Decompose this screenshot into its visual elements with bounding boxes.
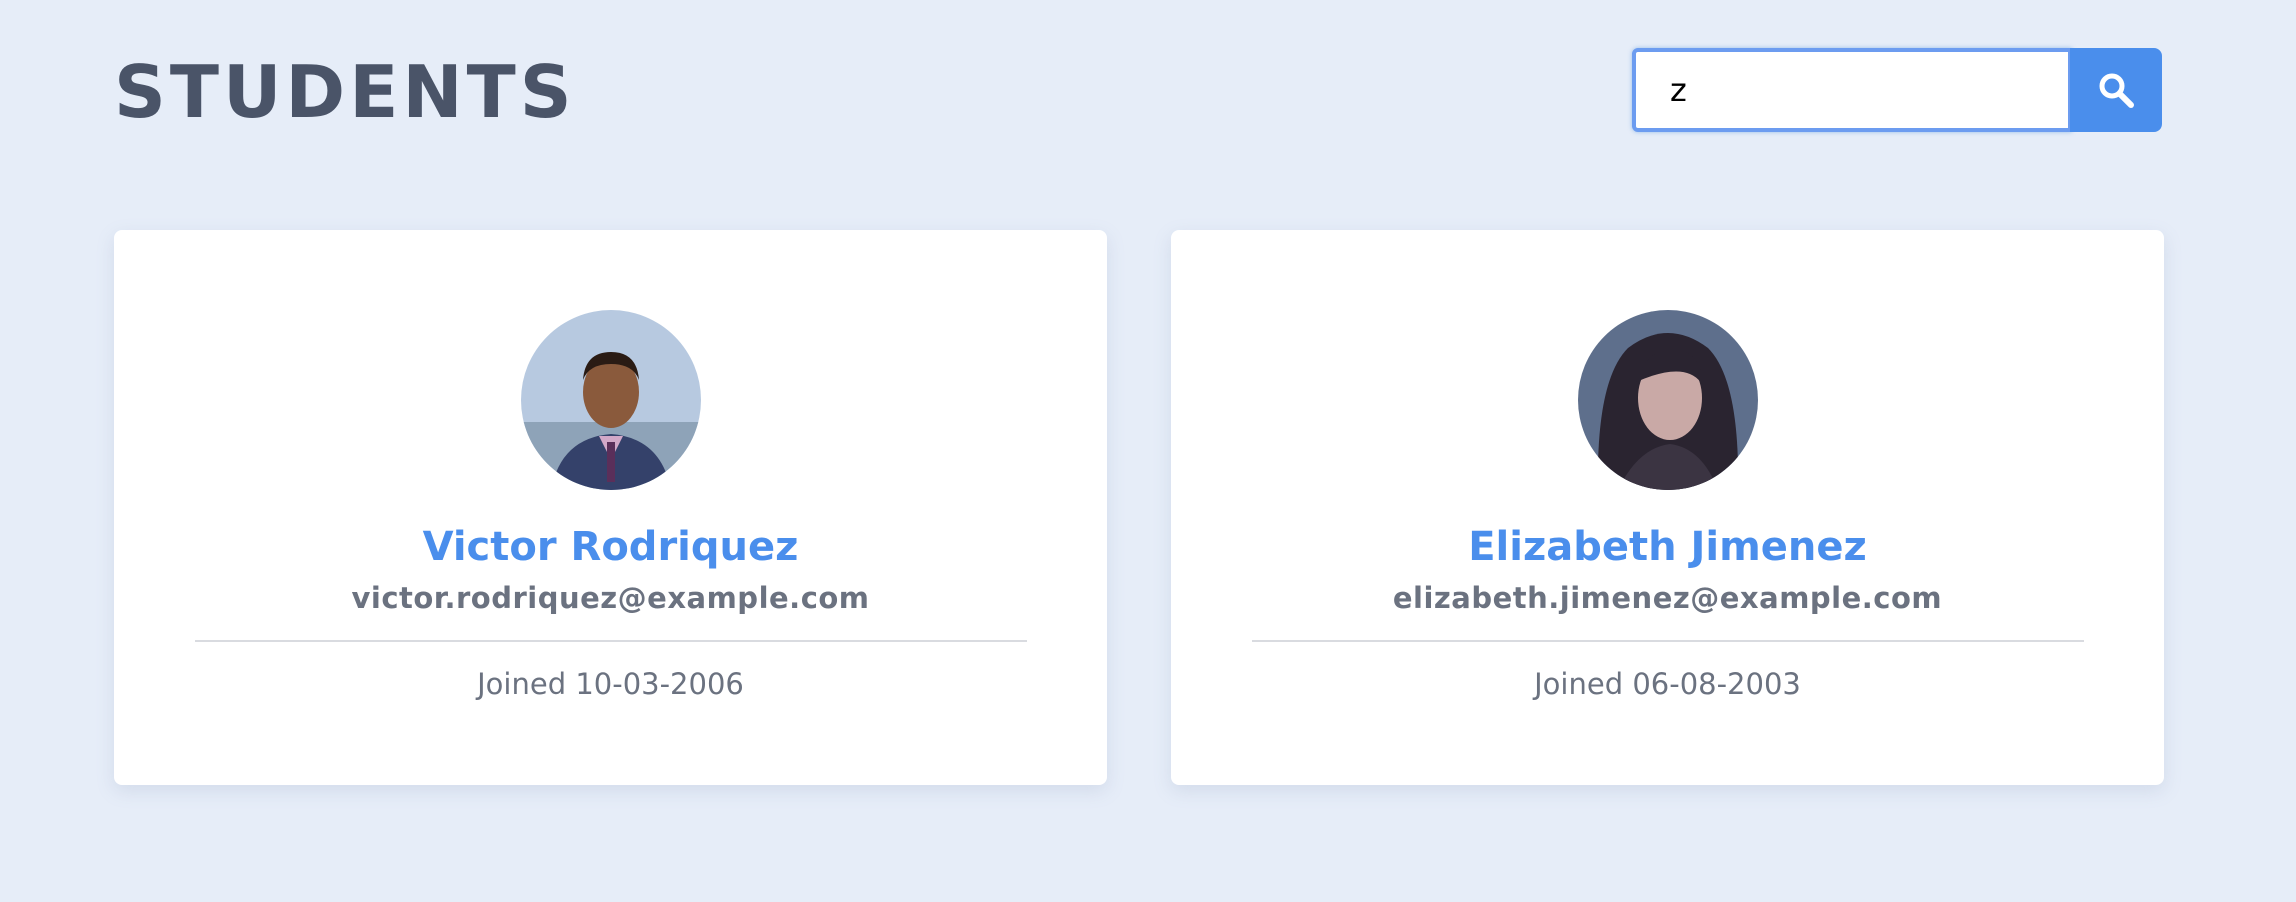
- search-icon: [2099, 73, 2134, 108]
- student-name: Victor Rodriquez: [422, 524, 799, 570]
- student-email: elizabeth.jimenez@example.com: [1392, 581, 1943, 615]
- page-title: STUDENTS: [114, 50, 576, 134]
- search-bar: [1632, 48, 2162, 132]
- search-input[interactable]: [1632, 48, 2072, 132]
- divider: [194, 640, 1027, 642]
- joined-date: Joined 06-08-2003: [1534, 667, 1801, 701]
- student-card-list: Victor Rodriquez victor.rodriquez@exampl…: [114, 230, 2164, 785]
- divider: [1251, 640, 2084, 642]
- student-card[interactable]: Elizabeth Jimenez elizabeth.jimenez@exam…: [1171, 230, 2164, 785]
- avatar: [520, 310, 701, 490]
- search-button[interactable]: [2070, 48, 2162, 132]
- avatar: [1577, 310, 1758, 490]
- student-email: victor.rodriquez@example.com: [351, 581, 870, 615]
- student-card[interactable]: Victor Rodriquez victor.rodriquez@exampl…: [114, 230, 1107, 785]
- student-name: Elizabeth Jimenez: [1468, 524, 1867, 570]
- joined-date: Joined 10-03-2006: [477, 667, 744, 701]
